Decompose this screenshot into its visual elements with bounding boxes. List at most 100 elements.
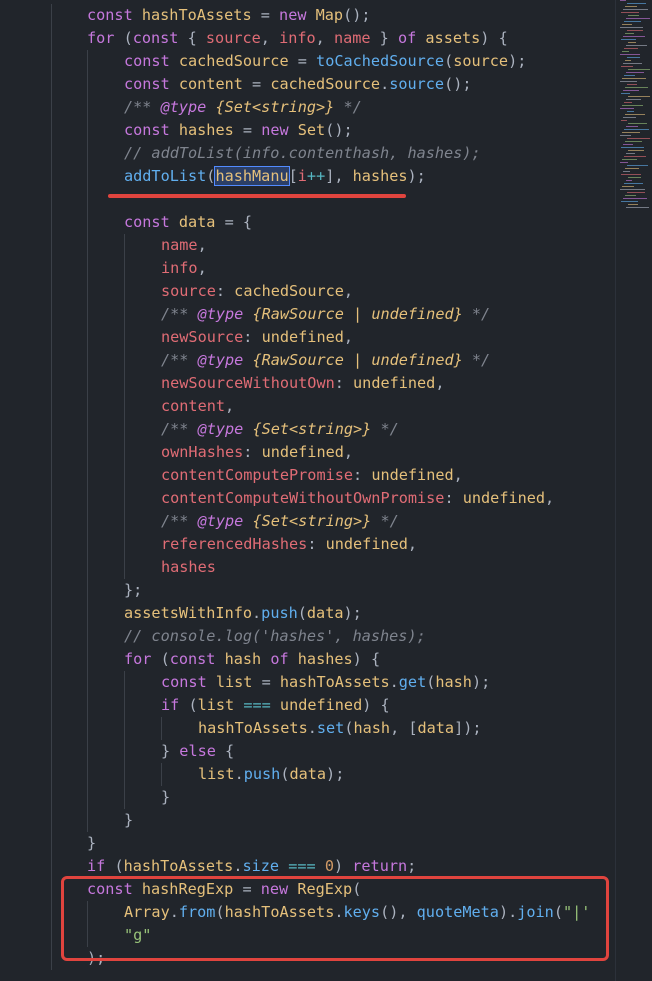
code-token: for — [87, 29, 124, 47]
code-line[interactable]: if (hashToAssets.size === 0) return; — [87, 855, 416, 878]
code-line[interactable]: addToList(hashManu[i++], hashes); — [124, 165, 426, 188]
red-underline-annotation — [108, 194, 406, 198]
code-token: if — [161, 696, 189, 714]
code-line[interactable]: info, — [161, 257, 207, 280]
code-line[interactable]: const hashes = new Set(); — [124, 119, 353, 142]
minimap-line — [623, 36, 645, 37]
minimap-line — [621, 147, 644, 148]
code-line[interactable]: const content = cachedSource.source(); — [124, 73, 472, 96]
code-token: content — [161, 397, 226, 415]
code-token: contentComputePromise — [161, 466, 354, 484]
code-editor[interactable]: const hashToAssets = new Map(); for (cons… — [0, 0, 652, 981]
code-token: */ — [334, 98, 362, 116]
code-line[interactable]: /** @type {Set<string>} */ — [124, 96, 362, 119]
code-line[interactable]: content, — [161, 395, 234, 418]
code-line[interactable]: newSource: undefined, — [161, 326, 353, 349]
code-line[interactable]: for (const hash of hashes) { — [124, 648, 380, 671]
minimap-line — [626, 18, 650, 19]
minimap-line — [625, 141, 642, 142]
code-token: name — [333, 29, 371, 47]
code-line[interactable]: assetsWithInfo.push(data); — [124, 602, 362, 625]
code-token: { — [187, 29, 206, 47]
code-token: size — [242, 857, 280, 875]
editor-divider — [615, 0, 616, 981]
code-token: : — [215, 282, 235, 300]
code-token: = — [252, 673, 280, 691]
indent-guide — [161, 763, 162, 786]
code-line[interactable]: /** @type {RawSource | undefined} */ — [161, 303, 490, 326]
code-line[interactable]: newSourceWithoutOwn: undefined, — [161, 372, 444, 395]
code-line[interactable]: contentComputeWithoutOwnPromise: undefin… — [161, 487, 554, 510]
code-line[interactable]: source: cachedSource, — [161, 280, 353, 303]
minimap-line — [623, 144, 633, 145]
minimap-line — [624, 48, 638, 49]
code-token: const — [124, 75, 179, 93]
indent-guide — [51, 4, 52, 970]
code-token: hashToAssets — [141, 6, 252, 24]
code-token: data — [178, 213, 216, 231]
code-token: . — [380, 75, 390, 93]
code-line[interactable]: const cachedSource = toCachedSource(sour… — [124, 50, 526, 73]
code-token: const — [169, 650, 225, 668]
code-token: /** — [161, 420, 198, 438]
minimap-line — [623, 171, 630, 172]
code-line[interactable]: } else { — [161, 740, 234, 763]
code-token: source — [205, 29, 261, 47]
minimap-line — [627, 192, 645, 193]
code-token: info — [161, 259, 198, 277]
code-token: . — [234, 765, 244, 783]
code-line[interactable]: } — [124, 809, 133, 832]
code-token: } — [370, 29, 398, 47]
minimap-line — [624, 129, 649, 130]
code-token: hash — [435, 673, 472, 691]
code-line[interactable]: hashes — [161, 556, 216, 579]
code-token: undefined — [325, 535, 408, 553]
minimap-line — [621, 201, 638, 202]
code-token: assets — [425, 29, 481, 47]
code-line[interactable]: name, — [161, 234, 207, 257]
code-token: push — [243, 765, 281, 783]
code-token: cachedSource — [270, 75, 381, 93]
code-token: // console.log('hashes', hashes); — [124, 627, 426, 645]
code-line[interactable]: } — [87, 832, 96, 855]
code-token: referencedHashes — [161, 535, 308, 553]
minimap-line — [625, 114, 645, 115]
minimap-line — [627, 165, 648, 166]
minimap-line — [620, 108, 634, 109]
code-line[interactable]: ownHashes: undefined, — [161, 441, 353, 464]
code-token: list — [197, 696, 235, 714]
code-token: /** — [124, 98, 161, 116]
code-line[interactable]: if (list === undefined) { — [161, 694, 390, 717]
code-token: . — [252, 604, 262, 622]
code-line[interactable]: const list = hashToAssets.get(hash); — [161, 671, 490, 694]
code-line[interactable]: /** @type {Set<string>} */ — [161, 418, 399, 441]
code-line[interactable]: } — [161, 786, 170, 809]
code-token: , — [453, 466, 463, 484]
code-token: hash — [353, 719, 391, 737]
code-token: , — [343, 443, 354, 461]
code-token: ( — [444, 52, 454, 70]
code-line[interactable]: // console.log('hashes', hashes); — [124, 625, 426, 648]
code-token: ]); — [454, 719, 482, 737]
code-line[interactable]: for (const { source, info, name } of ass… — [87, 27, 508, 50]
code-line[interactable]: const data = { — [124, 211, 252, 234]
minimap[interactable] — [620, 0, 652, 225]
minimap-line — [621, 120, 627, 121]
code-token: (); — [325, 121, 353, 139]
minimap-line — [625, 6, 637, 7]
indent-guide — [87, 50, 88, 832]
code-token: hashes — [161, 558, 216, 576]
code-token: newSourceWithoutOwn — [161, 374, 335, 392]
code-token: 0 — [324, 857, 334, 875]
code-line[interactable]: // addToList(info.contenthash, hashes); — [124, 142, 481, 165]
code-line[interactable]: }; — [124, 579, 142, 602]
code-line[interactable]: const hashToAssets = new Map(); — [87, 4, 371, 27]
code-line[interactable]: list.push(data); — [198, 763, 344, 786]
code-line[interactable]: hashToAssets.set(hash, [data]); — [198, 717, 482, 740]
code-line[interactable]: referencedHashes: undefined, — [161, 533, 417, 556]
code-line[interactable]: contentComputePromise: undefined, — [161, 464, 463, 487]
minimap-line — [626, 126, 638, 127]
code-line[interactable]: /** @type {Set<string>} */ — [161, 510, 399, 533]
code-line[interactable]: /** @type {RawSource | undefined} */ — [161, 349, 490, 372]
